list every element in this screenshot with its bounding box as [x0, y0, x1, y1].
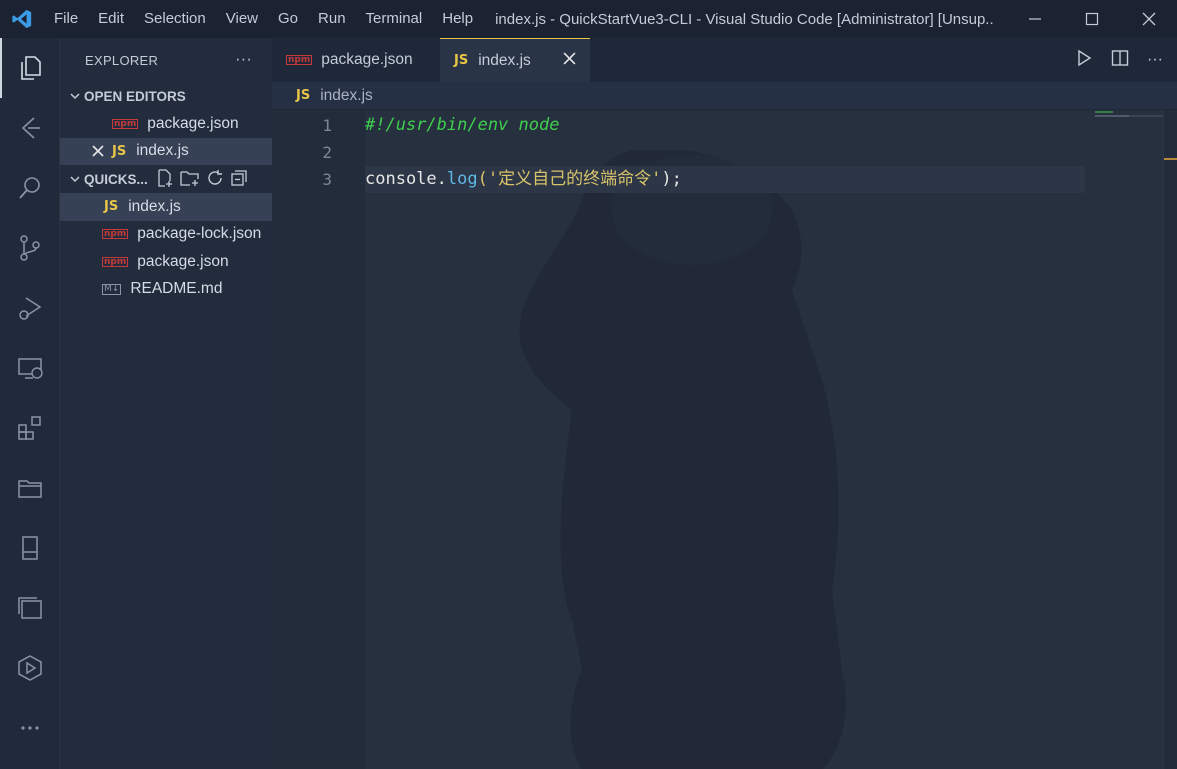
editor-area: npm package.json JS index.js ··· JS inde… [272, 38, 1177, 769]
open-editor-item[interactable]: npm package.json [60, 110, 272, 138]
tab-index-js[interactable]: JS index.js [440, 38, 590, 82]
tab-label: package.json [321, 51, 413, 68]
code-token-paren: ( [477, 169, 488, 189]
line-number-gutter [272, 110, 365, 769]
open-editors-section[interactable]: OPEN EDITORS [60, 82, 272, 110]
more-actions-icon[interactable]: ··· [1147, 51, 1163, 69]
tab-bar: npm package.json JS index.js ··· [272, 38, 1177, 82]
open-editors-label: OPEN EDITORS [84, 88, 186, 104]
play-hexagon-icon[interactable] [0, 638, 60, 698]
menu-bar: File Edit Selection View Go Run Terminal… [44, 0, 483, 38]
editor-actions: ··· [1075, 38, 1163, 82]
code-line-3: console.log('定义自己的终端命令'); [365, 166, 682, 193]
background-silhouette-image [519, 150, 846, 769]
chevron-down-icon [66, 173, 84, 185]
close-window-button[interactable] [1120, 0, 1177, 38]
folders-icon[interactable] [0, 458, 60, 518]
vertical-scrollbar[interactable] [1163, 110, 1177, 769]
close-icon[interactable] [92, 145, 104, 157]
activity-bar [0, 38, 60, 769]
menu-go[interactable]: Go [268, 0, 308, 38]
window-controls [1006, 0, 1177, 38]
file-item-package-lock[interactable]: npm package-lock.json [60, 221, 272, 249]
tab-package-json[interactable]: npm package.json [272, 38, 440, 82]
run-debug-icon[interactable] [0, 278, 60, 338]
split-editor-icon[interactable] [1111, 49, 1129, 72]
file-item-package-json[interactable]: npm package.json [60, 248, 272, 276]
code-token-function: log [446, 169, 478, 189]
minimize-button[interactable] [1006, 0, 1063, 38]
javascript-icon: JS [104, 199, 119, 215]
tab-label: index.js [478, 51, 531, 69]
npm-icon: npm [112, 118, 139, 129]
markdown-icon: M↓ [102, 283, 122, 295]
menu-run[interactable]: Run [308, 0, 356, 38]
more-actions-icon[interactable]: ··· [235, 51, 252, 69]
menu-terminal[interactable]: Terminal [356, 0, 433, 38]
code-token-dot: . [436, 169, 447, 189]
javascript-icon: JS [454, 53, 469, 68]
explorer-header: EXPLORER ··· [60, 38, 272, 82]
npm-icon: npm [102, 256, 129, 267]
explorer-sidebar: EXPLORER ··· OPEN EDITORS npm package.js… [60, 38, 272, 769]
code-line-1: #!/usr/bin/env node [365, 115, 560, 135]
maximize-button[interactable] [1063, 0, 1120, 38]
open-editor-label: index.js [136, 142, 189, 160]
project-folder-section[interactable]: QUICKS... [60, 165, 272, 193]
menu-help[interactable]: Help [432, 0, 483, 38]
explorer-title: EXPLORER [85, 52, 159, 68]
file-label: package.json [137, 252, 229, 270]
open-editor-label: package.json [147, 114, 239, 132]
menu-edit[interactable]: Edit [88, 0, 134, 38]
line-number: 1 [322, 116, 332, 135]
npm-icon: npm [102, 229, 129, 240]
file-item-index-js[interactable]: JS index.js [60, 193, 272, 221]
line-number: 3 [322, 170, 332, 189]
close-tab-icon[interactable] [563, 52, 576, 69]
menu-selection[interactable]: Selection [134, 0, 216, 38]
more-icon[interactable] [0, 698, 60, 758]
breadcrumb-file[interactable]: index.js [320, 87, 373, 105]
timeline-icon[interactable] [0, 98, 60, 158]
search-icon[interactable] [0, 158, 60, 218]
file-label: package-lock.json [137, 225, 262, 243]
extensions-icon[interactable] [0, 398, 60, 458]
file-item-readme[interactable]: M↓ README.md [60, 276, 272, 304]
remote-explorer-icon[interactable] [0, 338, 60, 398]
device-icon[interactable] [0, 518, 60, 578]
menu-view[interactable]: View [216, 0, 268, 38]
title-bar: File Edit Selection View Go Run Terminal… [0, 0, 1177, 38]
file-label: index.js [128, 197, 181, 215]
javascript-icon: JS [112, 143, 127, 159]
chevron-down-icon [66, 90, 84, 102]
breadcrumb: JS index.js [272, 82, 1177, 110]
folder-actions [156, 168, 248, 190]
scrollbar-cursor-marker [1164, 158, 1177, 160]
file-label: README.md [130, 280, 223, 298]
new-folder-icon[interactable] [180, 169, 200, 190]
explorer-icon[interactable] [0, 38, 60, 98]
code-token-string: '定义自己的终端命令' [487, 169, 662, 189]
source-control-icon[interactable] [0, 218, 60, 278]
folder-label: QUICKS... [84, 171, 148, 187]
collapse-all-icon[interactable] [230, 169, 248, 190]
refresh-icon[interactable] [206, 169, 224, 190]
vscode-logo-icon [0, 0, 44, 38]
code-token-end: ); [661, 169, 682, 189]
line-number: 2 [322, 143, 332, 162]
minimap[interactable] [1093, 110, 1163, 150]
new-file-icon[interactable] [156, 168, 174, 190]
npm-icon: npm [286, 55, 313, 65]
menu-file[interactable]: File [44, 0, 88, 38]
window-title: index.js - QuickStartVue3-CLI - Visual S… [495, 10, 996, 28]
windows-icon[interactable] [0, 578, 60, 638]
code-token-object: console [365, 169, 437, 189]
code-editor[interactable]: 1 2 3 #!/usr/bin/env node console.log('定… [272, 110, 1177, 769]
open-editor-item[interactable]: JS index.js [60, 137, 272, 165]
javascript-icon: JS [296, 88, 311, 103]
run-icon[interactable] [1075, 49, 1093, 72]
